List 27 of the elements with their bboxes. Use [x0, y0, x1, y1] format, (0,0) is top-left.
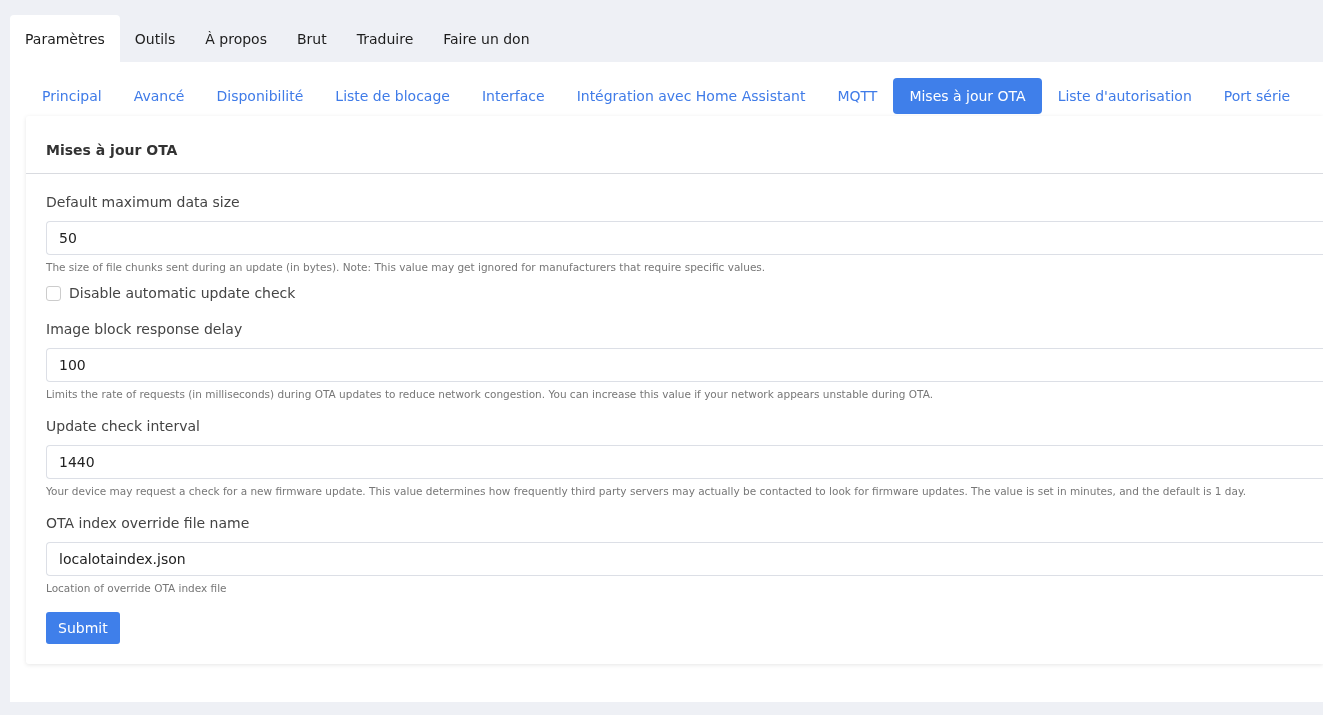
field-label: Image block response delay [46, 321, 244, 337]
field-label: OTA index override file name [46, 515, 251, 531]
input-field[interactable]: localotaindex.json [46, 542, 1323, 576]
settings-tab[interactable]: Disponibilité [200, 78, 320, 114]
settings-tab[interactable]: Liste d'autorisation [1041, 78, 1208, 114]
nav-tab[interactable]: Paramètres [10, 15, 120, 62]
settings-tab[interactable]: MQTT [821, 78, 894, 114]
help-text: Location of override OTA index file [46, 582, 228, 594]
checkbox[interactable] [46, 285, 61, 301]
input-field[interactable]: 1440 [46, 445, 1323, 479]
submit-button[interactable]: Submit [46, 612, 120, 644]
settings-tab[interactable]: Mises à jour OTA [893, 78, 1042, 114]
settings-tab[interactable]: Liste de blocage [319, 78, 466, 114]
settings-tab[interactable]: Principal [26, 78, 118, 114]
checkbox-label: Disable automatic update check [69, 285, 296, 301]
input-field[interactable]: 50 [46, 221, 1323, 255]
help-text: Limits the rate of requests (in milliseconds) during OTA updates to reduce network congestion. You can increase this value if your network appears unstable during OTA. [46, 388, 934, 400]
field-label: Update check interval [46, 418, 201, 434]
settings-tab[interactable]: Avancé [117, 78, 201, 114]
help-text: Your device may request a check for a new firmware update. This value determines how frequently third party servers may actually be contacted to look for firmware updates. The value is set in minutes, and the default is 1 day. [46, 485, 1247, 497]
settings-tab[interactable]: Interface [465, 78, 561, 114]
input-field[interactable]: 100 [46, 348, 1323, 382]
settings-tab[interactable]: Intégration avec Home Assistant [560, 78, 822, 114]
help-text: The size of file chunks sent during an update (in bytes). Note: This value may get ignored for manufacturers that require specific values. [46, 261, 767, 273]
card-title: Mises à jour OTA [26, 116, 1323, 174]
field-label: Default maximum data size [46, 194, 241, 210]
settings-tab[interactable]: Port série [1207, 78, 1307, 114]
